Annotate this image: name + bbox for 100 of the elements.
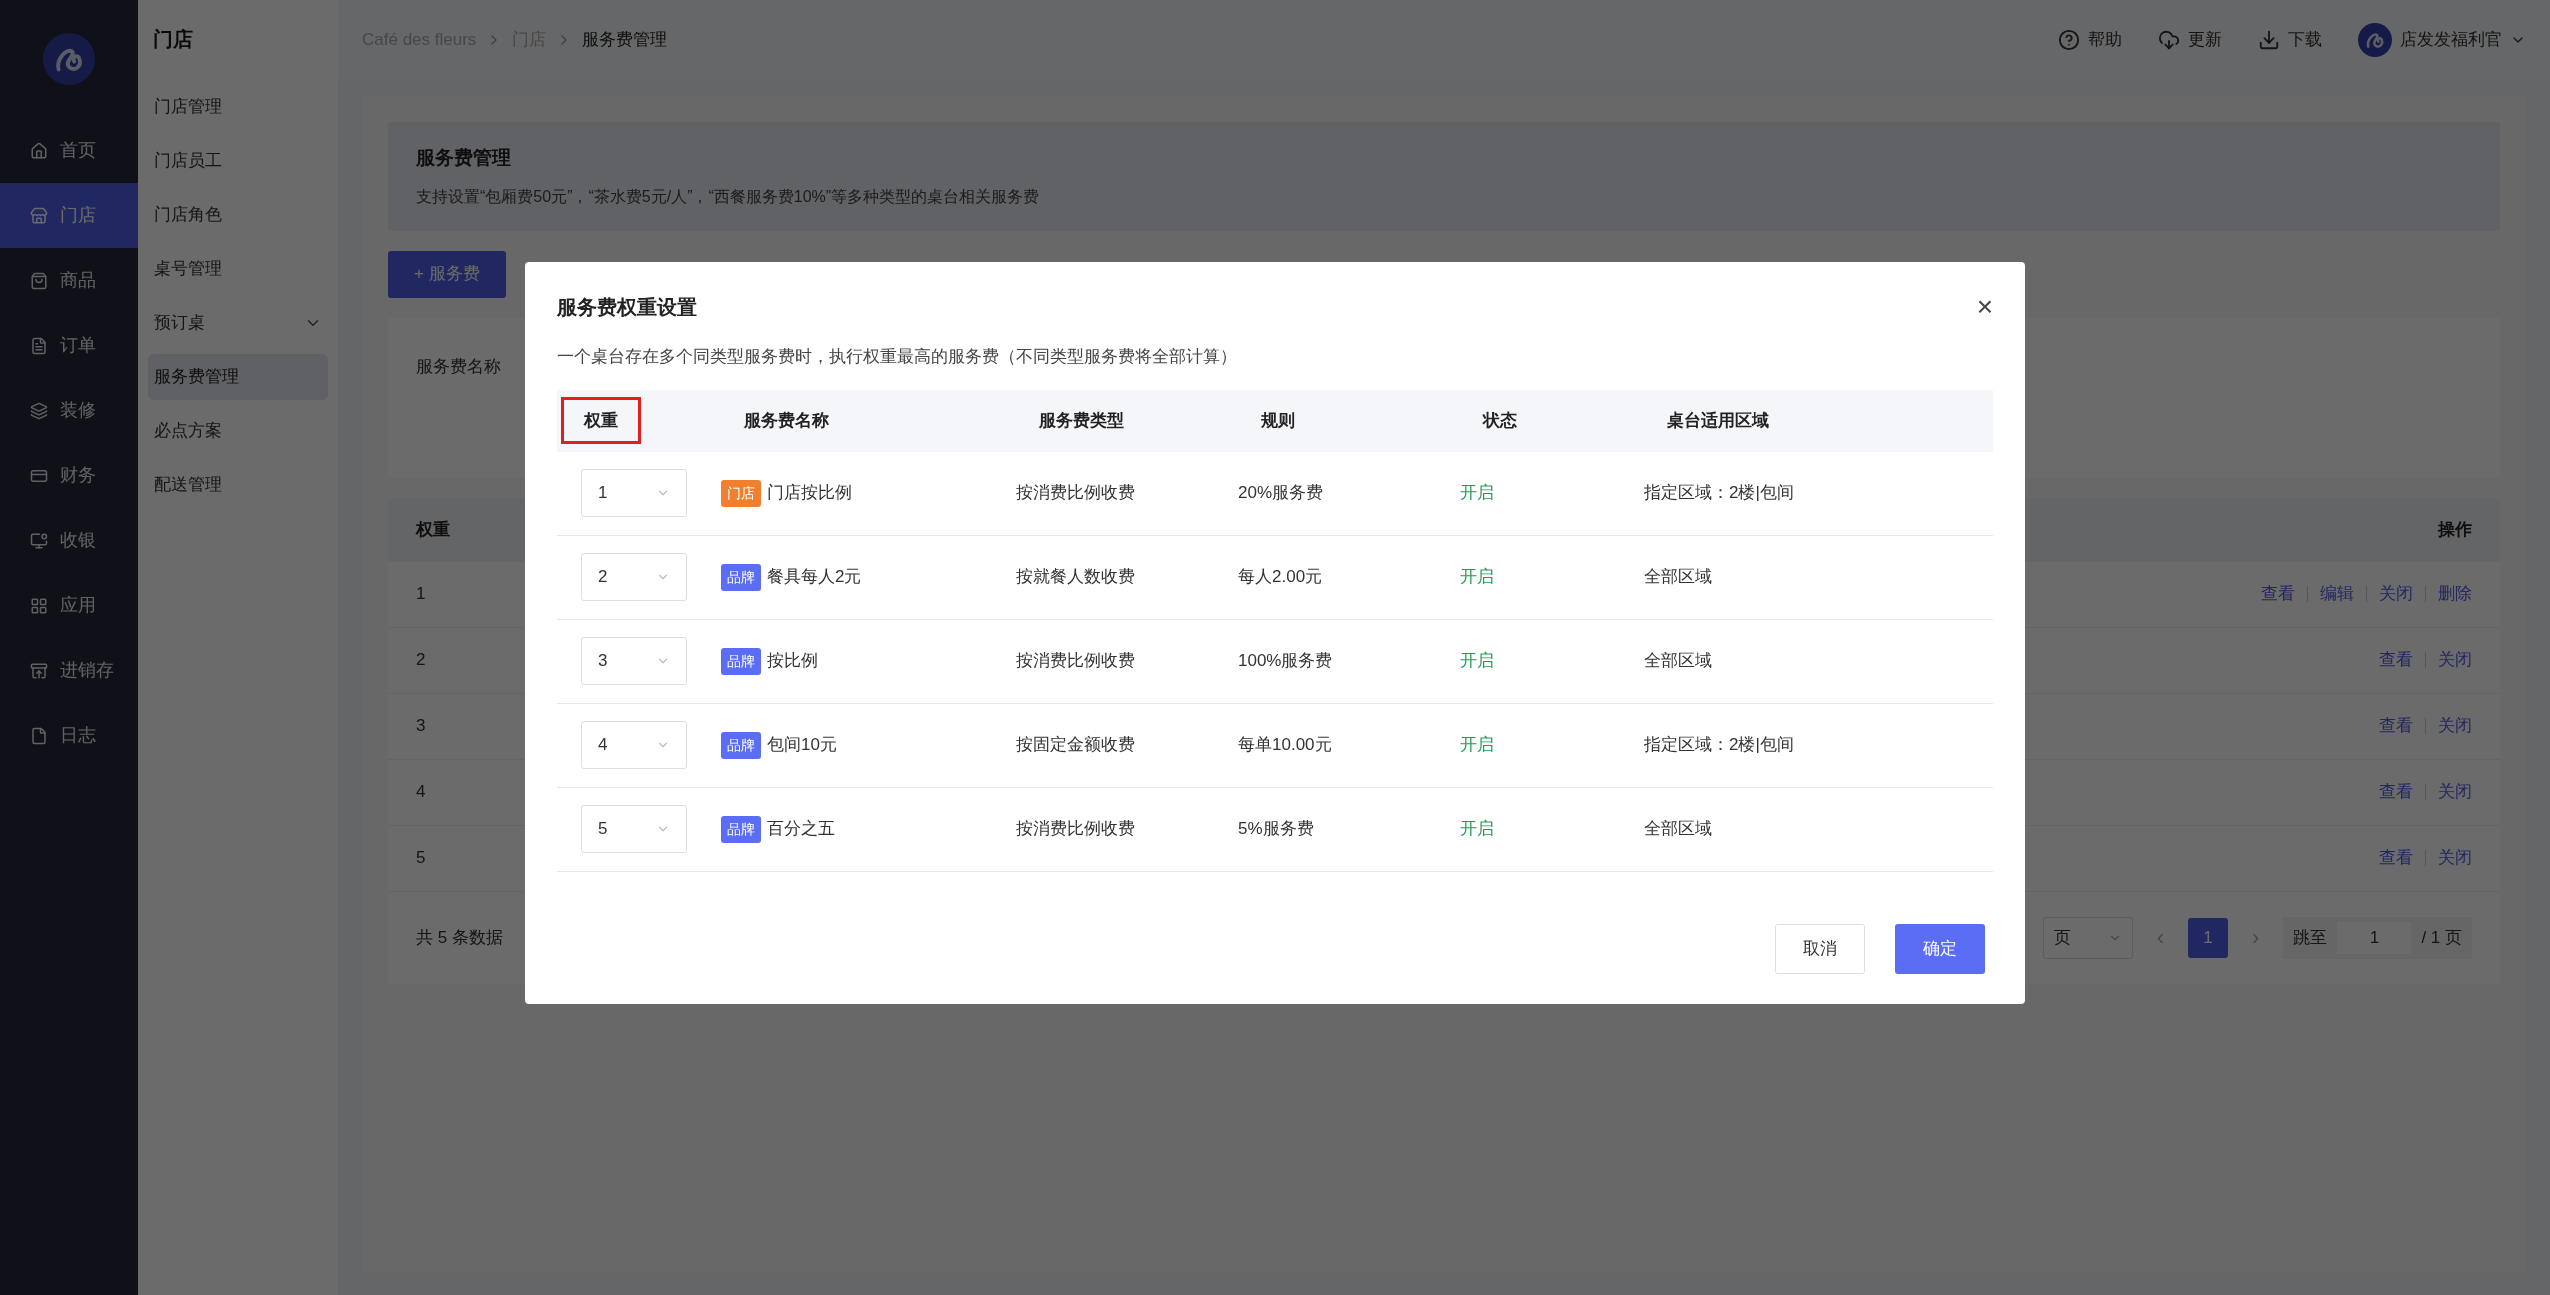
weight-select[interactable]: 3 xyxy=(581,637,687,685)
toolbar-button[interactable]: 帮助 xyxy=(2058,27,2122,53)
action-link[interactable]: 查看 xyxy=(2379,713,2413,739)
action-link[interactable]: 查看 xyxy=(2379,779,2413,805)
table-cell-text: 2 xyxy=(416,649,426,672)
table-cell: 按固定金额收费 xyxy=(1016,735,1135,755)
submenu-item[interactable]: 门店员工 xyxy=(148,138,328,184)
action-link[interactable]: 编辑 xyxy=(2320,581,2354,607)
table-cell-text: 包间10元 xyxy=(767,734,837,757)
nav-item[interactable]: 应用 xyxy=(0,573,138,638)
table-cell: 每人2.00元 xyxy=(1238,567,1323,587)
status-text: 开启 xyxy=(1460,483,1494,503)
table-cell: 按消费比例收费 xyxy=(1016,651,1135,671)
tag: 门店 xyxy=(721,479,761,507)
action-link[interactable]: 查看 xyxy=(2379,845,2413,871)
nav-item[interactable]: 订单 xyxy=(0,313,138,378)
table-cell-text: 百分之五 xyxy=(767,818,835,841)
nav-item[interactable]: 日志 xyxy=(0,703,138,768)
action-link[interactable]: 关闭 xyxy=(2438,845,2472,871)
action-link[interactable]: 关闭 xyxy=(2379,581,2413,607)
column-header: 规则 xyxy=(1260,409,1296,432)
status-text: 开启 xyxy=(1460,819,1494,839)
table-cell: 20%服务费 xyxy=(1238,483,1324,503)
status-text: 开启 xyxy=(1460,735,1494,755)
action-link[interactable]: 查看 xyxy=(2261,581,2295,607)
status-text: 开启 xyxy=(1460,651,1494,671)
nav-item[interactable]: 财务 xyxy=(0,443,138,508)
file-icon xyxy=(30,726,48,745)
table-cell: 每单10.00元 xyxy=(1238,735,1332,755)
table-cell: 指定区域：2楼|包间 xyxy=(1644,483,1794,503)
action-link[interactable]: 删除 xyxy=(2438,581,2472,607)
tag: 品牌 xyxy=(721,563,761,591)
page-size-select[interactable]: 页 xyxy=(2042,916,2133,959)
table-cell: 按消费比例收费 xyxy=(1016,483,1135,503)
nav-item[interactable]: 首页 xyxy=(0,118,138,183)
table-cell: 全部区域 xyxy=(1644,651,1712,671)
submenu-item[interactable]: 预订桌 xyxy=(148,300,328,346)
table-cell: 按就餐人数收费 xyxy=(1016,567,1135,587)
layers-icon xyxy=(30,401,48,420)
weight-select[interactable]: 1 xyxy=(581,469,687,517)
prev-page-button[interactable]: ‹ xyxy=(2156,921,2165,954)
action-link[interactable]: 关闭 xyxy=(2438,713,2472,739)
table-cell-text: 按比例 xyxy=(767,650,818,673)
weight-select[interactable]: 5 xyxy=(581,805,687,853)
column-header: 权重 xyxy=(561,396,641,445)
table-cell: 全部区域 xyxy=(1644,567,1712,587)
jump-label: 跳至 xyxy=(2293,926,2328,949)
tag: 品牌 xyxy=(721,815,761,843)
total-count: 共 5 条数据 xyxy=(416,926,503,949)
table-cell-text: 3 xyxy=(416,715,426,738)
weight-select[interactable]: 4 xyxy=(581,721,687,769)
modal-title: 服务费权重设置 xyxy=(557,295,697,320)
page-input[interactable]: 1 xyxy=(2337,921,2412,954)
toolbar-button[interactable]: 下载 xyxy=(2258,27,2322,53)
status-text: 开启 xyxy=(1460,567,1494,587)
table-cell: 按消费比例收费 xyxy=(1016,819,1135,839)
submenu-item[interactable]: 桌号管理 xyxy=(148,246,328,292)
action-link[interactable]: 关闭 xyxy=(2438,779,2472,805)
table-cell-text: 5 xyxy=(416,847,426,870)
banner-description: 支持设置“包厢费50元”，“茶水费5元/人”，“西餐服务费10%”等多种类型的桌台相关服务费 xyxy=(416,186,1041,207)
tag: 品牌 xyxy=(721,647,761,675)
nav-item[interactable]: 商品 xyxy=(0,248,138,313)
nav-item[interactable]: 门店 xyxy=(0,183,138,248)
cloud-download-icon xyxy=(2158,29,2180,51)
weight-select[interactable]: 2 xyxy=(581,553,687,601)
submenu-item[interactable]: 门店角色 xyxy=(148,192,328,238)
breadcrumb-item: 服务费管理 xyxy=(582,29,668,52)
submenu-item[interactable]: 必点方案 xyxy=(148,408,328,454)
modal-description: 一个桌台存在多个同类型服务费时，执行权重最高的服务费（不同类型服务费将全部计算） xyxy=(557,346,1238,368)
page-button[interactable]: 1 xyxy=(2188,917,2229,958)
table-cell-text: 4 xyxy=(416,781,426,804)
action-link[interactable]: 查看 xyxy=(2379,647,2413,673)
table-cell-text: 1 xyxy=(416,583,426,606)
action-link[interactable]: 关闭 xyxy=(2438,647,2472,673)
column-header: 权重 xyxy=(416,518,450,541)
banner-title: 服务费管理 xyxy=(416,146,512,170)
document-icon xyxy=(30,336,48,355)
user-menu[interactable]: 店发发福利官 xyxy=(2358,23,2526,57)
column-header: 服务费名称 xyxy=(743,409,830,432)
help-icon xyxy=(2058,29,2080,51)
submenu-title: 门店 xyxy=(153,27,194,52)
close-button[interactable]: × xyxy=(1976,293,1993,321)
confirm-button[interactable]: 确定 xyxy=(1895,923,1985,974)
column-header: 服务费类型 xyxy=(1038,409,1125,432)
page-total: / 1 页 xyxy=(2421,926,2462,949)
submenu-item[interactable]: 门店管理 xyxy=(148,84,328,130)
shopping-bag-icon xyxy=(30,271,48,290)
add-service-fee-button[interactable]: + 服务费 xyxy=(388,250,506,298)
next-page-button[interactable]: › xyxy=(2252,921,2260,954)
archive-icon xyxy=(30,661,48,680)
tag: 品牌 xyxy=(721,731,761,759)
nav-item[interactable]: 进销存 xyxy=(0,638,138,703)
toolbar-button[interactable]: 更新 xyxy=(2158,27,2222,53)
submenu-item[interactable]: 服务费管理 xyxy=(148,354,328,400)
cancel-button[interactable]: 取消 xyxy=(1775,923,1865,974)
store-icon xyxy=(30,206,48,225)
submenu-item[interactable]: 配送管理 xyxy=(148,462,328,508)
filter-label: 服务费名称 xyxy=(416,356,501,376)
nav-item[interactable]: 装修 xyxy=(0,378,138,443)
nav-item[interactable]: 收银 xyxy=(0,508,138,573)
